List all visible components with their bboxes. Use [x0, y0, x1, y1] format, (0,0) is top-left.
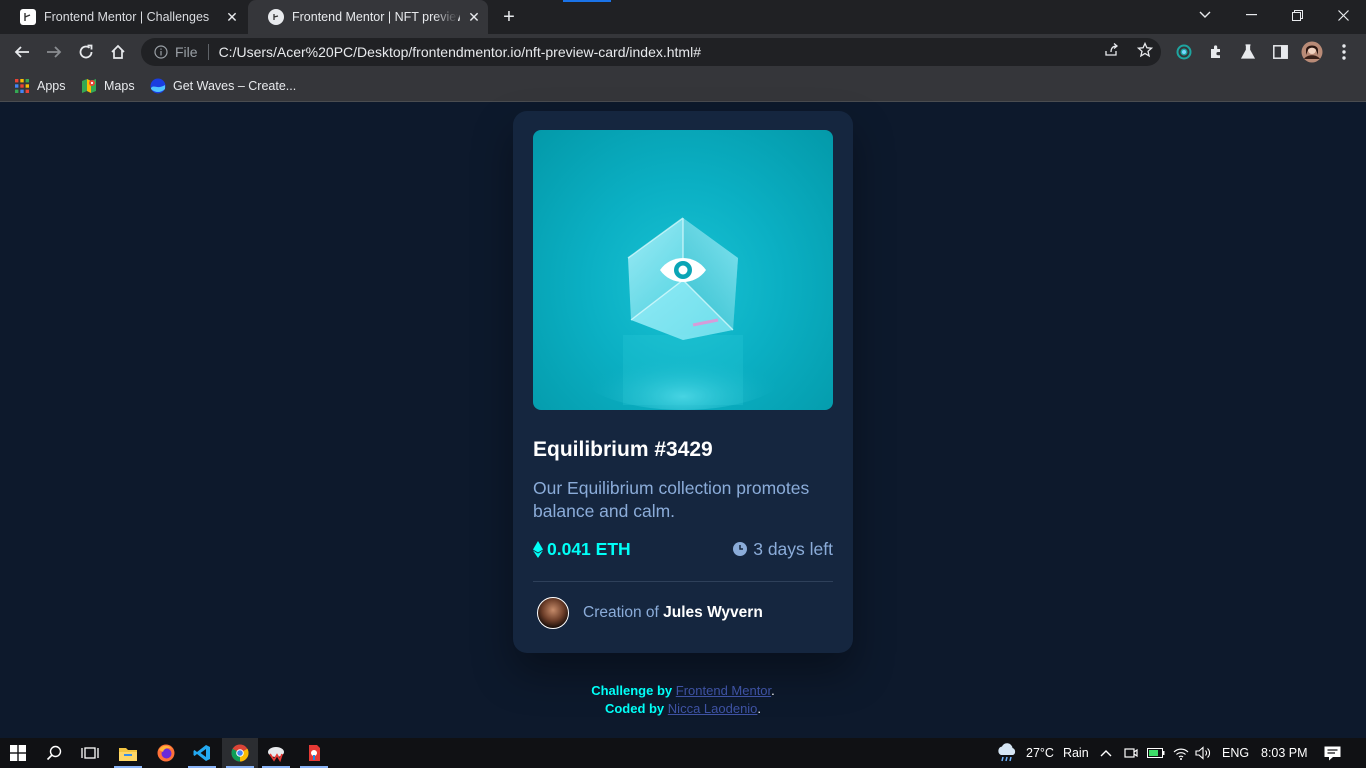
reload-icon[interactable]	[72, 38, 100, 66]
close-window-button[interactable]	[1320, 0, 1366, 30]
extensions-puzzle-icon[interactable]	[1202, 38, 1230, 66]
ethereum-icon	[533, 540, 543, 558]
input-language[interactable]: ENG	[1222, 738, 1249, 768]
battery-icon[interactable]	[1147, 738, 1165, 768]
extension-circle-icon[interactable]	[1170, 38, 1198, 66]
attribution-challenge-prefix: Challenge by	[591, 683, 673, 698]
creator-row: Creation of Jules Wyvern	[537, 597, 763, 629]
vscode-icon[interactable]	[184, 738, 220, 768]
url-text[interactable]: C:/Users/Acer%20PC/Desktop/frontendmento…	[209, 44, 701, 60]
tab-title: Frontend Mentor | Challenges	[44, 10, 210, 24]
browser-toolbar: File C:/Users/Acer%20PC/Desktop/frontend…	[0, 34, 1366, 70]
side-panel-icon[interactable]	[1266, 38, 1294, 66]
meet-now-icon[interactable]	[1124, 738, 1138, 768]
frontend-mentor-link[interactable]: Frontend Mentor	[676, 683, 771, 698]
address-bar[interactable]: File C:/Users/Acer%20PC/Desktop/frontend…	[141, 38, 1161, 66]
weather-widget[interactable]: 27°C Rain	[996, 738, 1089, 768]
nft-description: Our Equilibrium collection promotes bala…	[533, 478, 810, 521]
maps-icon	[81, 78, 97, 94]
wifi-icon[interactable]	[1173, 738, 1189, 768]
bookmark-maps[interactable]: Maps	[81, 76, 135, 96]
page-viewport: Equilibrium #3429 Our Equilibrium collec…	[0, 103, 1366, 738]
waves-icon	[150, 78, 166, 94]
clock-icon	[733, 542, 748, 556]
show-hidden-icons-chevron-up-icon[interactable]	[1100, 738, 1112, 768]
search-icon[interactable]	[36, 738, 72, 768]
attribution: Challenge by Frontend Mentor. Coded by N…	[591, 683, 775, 716]
bookmark-apps[interactable]: Apps	[14, 76, 66, 96]
file-explorer-icon[interactable]	[110, 738, 146, 768]
nft-title[interactable]: Equilibrium #3429	[533, 438, 713, 462]
nft-time-left: 3 days left	[733, 539, 833, 560]
restore-button[interactable]	[1274, 0, 1320, 30]
bookmarks-bar: Apps Maps Get Waves – Create...	[0, 70, 1366, 102]
minimize-button[interactable]	[1228, 0, 1274, 30]
frontend-mentor-favicon-icon	[20, 9, 36, 25]
creator-avatar	[537, 597, 569, 629]
forward-arrow-icon[interactable]	[40, 38, 68, 66]
labs-flask-icon[interactable]	[1234, 38, 1262, 66]
nft-price: 0.041 ETH	[533, 539, 631, 560]
apps-grid-icon	[14, 78, 30, 94]
card-divider	[533, 581, 833, 582]
home-icon[interactable]	[104, 38, 132, 66]
nft-image[interactable]	[533, 130, 833, 410]
task-view-icon[interactable]	[72, 738, 108, 768]
chrome-menu-icon[interactable]	[1330, 38, 1358, 66]
bookmark-label: Maps	[104, 79, 135, 93]
new-tab-button[interactable]: +	[498, 6, 520, 28]
rain-cloud-icon	[996, 743, 1018, 763]
close-tab-icon[interactable]: ✕	[460, 9, 488, 26]
nft-preview-card: Equilibrium #3429 Our Equilibrium collec…	[513, 111, 853, 653]
site-info-icon[interactable]	[147, 45, 175, 59]
tab-search-chevron-down-icon[interactable]	[1182, 0, 1228, 30]
back-arrow-icon[interactable]	[8, 38, 36, 66]
system-clock[interactable]: 8:03 PM	[1261, 738, 1308, 768]
equilibrium-cube-image	[573, 217, 793, 410]
tab-search-accent	[563, 0, 611, 2]
bookmark-label: Apps	[37, 79, 66, 93]
browser-tab-strip: Frontend Mentor | Challenges ✕ Frontend …	[0, 0, 1366, 34]
profile-avatar-icon[interactable]	[1298, 38, 1326, 66]
frontend-mentor-favicon-icon	[268, 9, 284, 25]
chrome-icon[interactable]	[222, 738, 258, 768]
volume-icon[interactable]	[1195, 738, 1211, 768]
tab-nft-preview[interactable]: Frontend Mentor | NFT preview card ✕	[248, 0, 488, 34]
windows-taskbar: 27°C Rain ENG 8:03 PM	[0, 738, 1366, 768]
close-tab-icon[interactable]: ✕	[218, 9, 246, 26]
share-icon[interactable]	[1104, 42, 1119, 62]
notifications-icon[interactable]	[1324, 738, 1341, 768]
creator-name-link[interactable]: Jules Wyvern	[663, 604, 763, 621]
author-link[interactable]: Nicca Laodenio	[668, 701, 758, 716]
weather-app-icon[interactable]	[258, 738, 294, 768]
firefox-icon[interactable]	[148, 738, 184, 768]
bookmark-label: Get Waves – Create...	[173, 79, 297, 93]
bookmark-star-icon[interactable]	[1136, 41, 1154, 63]
nft-stats: 0.041 ETH 3 days left	[533, 537, 833, 561]
tab-challenges[interactable]: Frontend Mentor | Challenges ✕	[0, 0, 246, 34]
attribution-coded-prefix: Coded by	[604, 701, 665, 716]
scheme-label: File	[175, 44, 209, 60]
pinned-app-icon[interactable]	[296, 738, 332, 768]
windows-start-icon[interactable]	[0, 738, 36, 768]
creator-prefix: Creation of	[583, 604, 659, 621]
bookmark-get-waves[interactable]: Get Waves – Create...	[150, 76, 296, 96]
